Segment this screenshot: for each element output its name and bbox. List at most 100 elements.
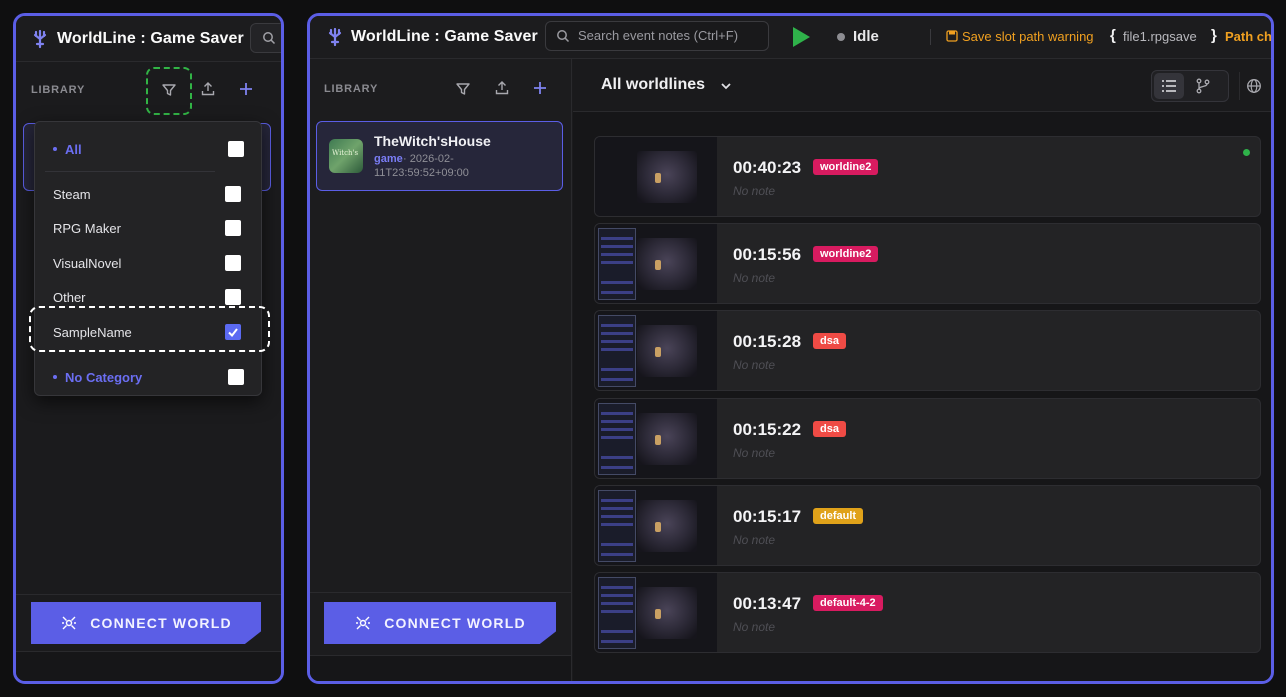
- thumbnail-menu: [598, 315, 636, 387]
- warning-path-link[interactable]: Path ch: [1225, 29, 1271, 44]
- save-time: 00:40:23: [733, 158, 802, 177]
- game-date-cont: 11T23:59:52+09:00: [374, 167, 469, 179]
- add-game-button[interactable]: [528, 76, 552, 100]
- filter-icon: [456, 83, 470, 95]
- save-thumbnail: [595, 224, 717, 303]
- upload-icon: [495, 81, 509, 95]
- thumbnail-character: [655, 609, 661, 619]
- search-button[interactable]: [250, 23, 281, 53]
- divider: [16, 594, 281, 595]
- thumbnail-character: [655, 173, 661, 183]
- filter-option-label: RPG Maker: [53, 220, 121, 236]
- warning-brace-close: }: [1211, 27, 1217, 44]
- list-icon: [1162, 80, 1176, 92]
- filter-checkbox[interactable]: [225, 255, 241, 271]
- filter-option-rpg-maker[interactable]: RPG Maker: [35, 211, 261, 245]
- save-time: 00:13:47: [733, 594, 802, 613]
- bullet-icon: [53, 375, 57, 379]
- game-category: game: [374, 153, 403, 165]
- title-bar: WorldLine : Game Saver: [16, 16, 281, 62]
- game-name: TheWitch'sHouse: [374, 133, 491, 149]
- game-card[interactable]: Witch's TheWitch'sHouse game · 2026-02- …: [316, 121, 563, 191]
- plus-icon: [240, 83, 252, 95]
- category-filter-dropdown: All Steam RPG Maker VisualNovel Other Sa…: [34, 121, 262, 396]
- thumbnail-scene: [637, 587, 697, 639]
- thumbnail-character: [655, 522, 661, 532]
- save-card[interactable]: 00:15:28 dsa No note: [594, 310, 1261, 391]
- left-app-window: WorldLine : Game Saver LIBRARY All Steam…: [13, 13, 284, 684]
- satellite-icon: [62, 616, 77, 630]
- view-toggle: [1151, 70, 1229, 102]
- warning-text: Save slot path warning: [962, 29, 1094, 44]
- status-text: Idle: [853, 28, 879, 45]
- add-game-button[interactable]: [234, 77, 258, 101]
- filter-checkbox[interactable]: [225, 186, 241, 202]
- filter-checkbox[interactable]: [225, 220, 241, 236]
- connect-world-button[interactable]: CONNECT WORLD: [31, 602, 261, 644]
- worldline-badge: dsa: [813, 333, 846, 349]
- list-view-button[interactable]: [1154, 73, 1184, 99]
- app-title: WorldLine : Game Saver: [351, 28, 538, 45]
- filter-option-label: VisualNovel: [53, 255, 122, 271]
- filter-checkbox[interactable]: [228, 141, 244, 157]
- thumbnail-title: Witch's: [332, 149, 359, 157]
- search-icon: [557, 30, 570, 43]
- save-time: 00:15:56: [733, 245, 802, 264]
- filter-option-label: All: [65, 141, 82, 157]
- upload-icon: [201, 82, 215, 96]
- divider: [930, 29, 931, 45]
- filter-checkbox[interactable]: [228, 369, 244, 385]
- save-card[interactable]: 00:40:23 worldine2 No note: [594, 136, 1261, 217]
- save-note: No note: [733, 184, 776, 198]
- export-button[interactable]: [490, 76, 514, 100]
- filter-button[interactable]: [451, 77, 475, 101]
- branch-view-button[interactable]: [1188, 73, 1218, 99]
- save-card[interactable]: 00:15:17 default No note: [594, 485, 1261, 566]
- divider: [310, 592, 571, 593]
- connect-world-label: CONNECT WORLD: [384, 615, 526, 631]
- thumbnail-scene: [637, 151, 697, 203]
- globe-button[interactable]: [1239, 72, 1267, 100]
- save-note: No note: [733, 271, 776, 285]
- thumbnail-scene: [637, 500, 697, 552]
- status-bar: [310, 655, 571, 681]
- thumbnail-scene: [637, 413, 697, 465]
- save-thumbnail: [595, 573, 717, 652]
- connect-world-button[interactable]: CONNECT WORLD: [324, 602, 556, 644]
- connect-world-label: CONNECT WORLD: [90, 615, 232, 631]
- bullet-icon: [53, 147, 57, 151]
- thumbnail-menu: [598, 228, 636, 300]
- save-thumbnail: [595, 137, 717, 216]
- search-input[interactable]: [578, 28, 758, 43]
- game-date: · 2026-02-: [403, 153, 454, 165]
- thumbnail-character: [655, 435, 661, 445]
- filter-option-no-category[interactable]: No Category: [35, 360, 261, 394]
- save-card[interactable]: 00:15:22 dsa No note: [594, 398, 1261, 479]
- saves-main-area: All worldlines 00:40:23 worldine2 No note 0…: [573, 59, 1271, 681]
- filter-option-steam[interactable]: Steam: [35, 177, 261, 211]
- save-thumbnail: [595, 311, 717, 390]
- filter-button[interactable]: [157, 78, 181, 102]
- filter-checkbox[interactable]: [225, 289, 241, 305]
- filter-option-visualnovel[interactable]: VisualNovel: [35, 246, 261, 280]
- chevron-down-icon[interactable]: [719, 79, 733, 93]
- save-note: No note: [733, 620, 776, 634]
- worldline-select[interactable]: All worldlines: [601, 76, 705, 94]
- game-thumbnail: Witch's: [329, 139, 363, 173]
- filter-option-all[interactable]: All: [35, 132, 261, 166]
- play-icon[interactable]: [791, 26, 811, 48]
- worldline-badge: default: [813, 508, 864, 524]
- samplename-highlight-marker: [29, 306, 270, 352]
- filter-option-label: No Category: [65, 369, 143, 385]
- save-card[interactable]: 00:13:47 default-4-2 No note: [594, 572, 1261, 653]
- thumbnail-character: [655, 347, 661, 357]
- library-label: LIBRARY: [324, 83, 379, 95]
- save-note: No note: [733, 358, 776, 372]
- export-button[interactable]: [196, 77, 220, 101]
- globe-icon: [1246, 79, 1261, 93]
- save-card[interactable]: 00:15:56 worldine2 No note: [594, 223, 1261, 304]
- git-branch-icon: [1196, 78, 1210, 94]
- search-field[interactable]: [545, 21, 769, 51]
- library-label: LIBRARY: [31, 84, 86, 96]
- active-status-dot: [1243, 149, 1250, 156]
